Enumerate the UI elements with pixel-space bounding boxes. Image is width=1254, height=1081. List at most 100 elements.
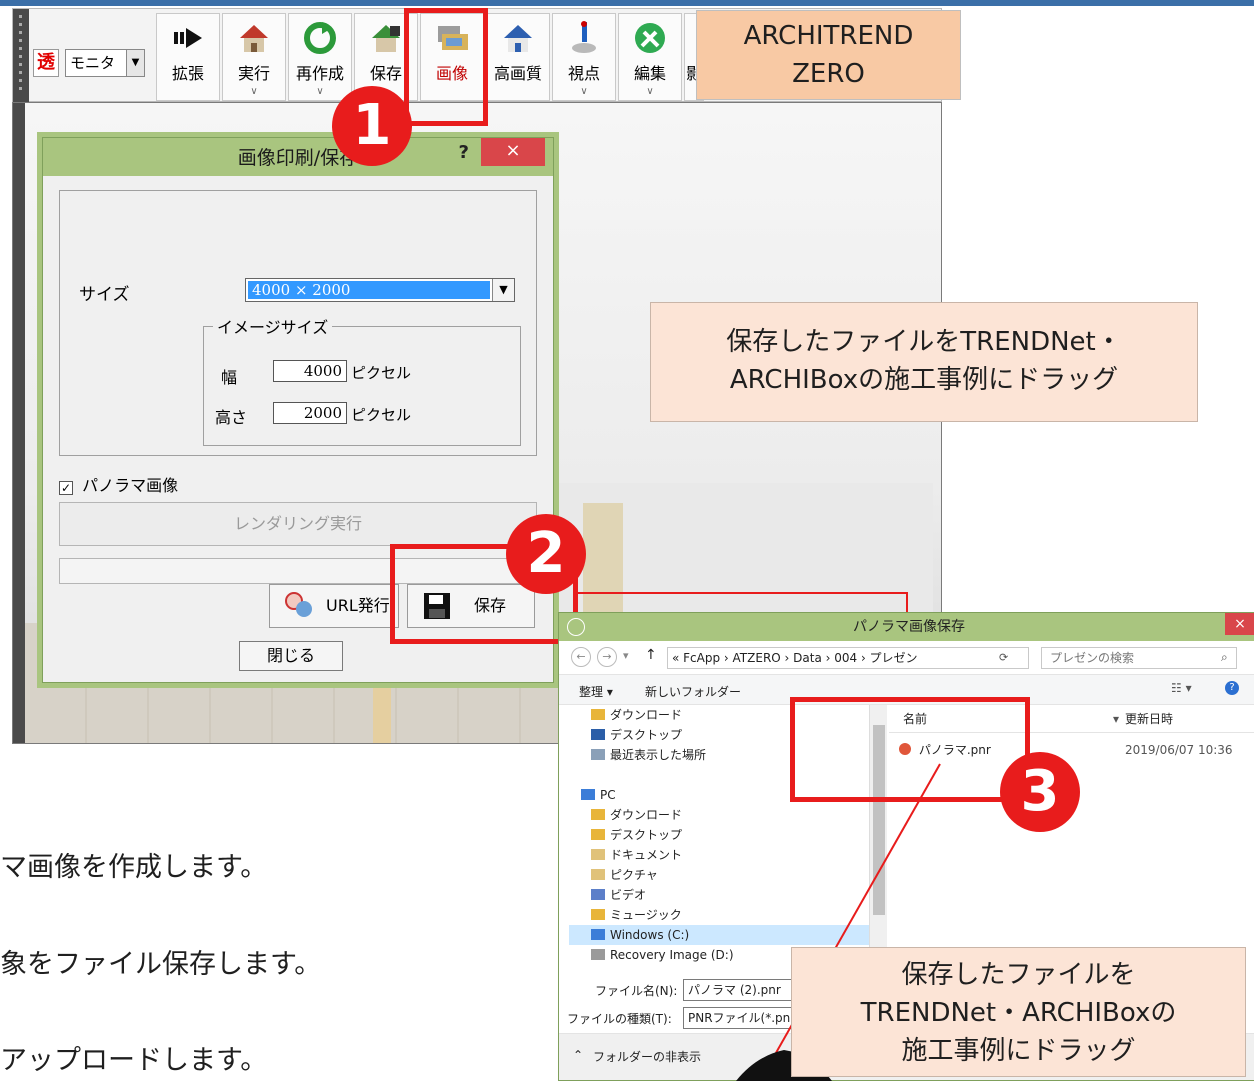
height-field[interactable]: 2000	[273, 402, 347, 424]
checkbox-check-icon: ✓	[59, 481, 73, 495]
connector-line	[578, 592, 908, 594]
url-issue-label: URL発行	[326, 596, 390, 615]
size-select[interactable]: 4000 × 2000 ▼	[245, 278, 515, 302]
help-icon[interactable]: ?	[1225, 681, 1239, 695]
close-icon[interactable]: ×	[481, 138, 545, 166]
drag-instruction-line1: 保存したファイルをTRENDNet・	[726, 327, 1122, 357]
drag-instruction-callout: 保存したファイルをTRENDNet・ ARCHIBoxの施工事例にドラッグ	[650, 302, 1198, 422]
viewpoint-button[interactable]: 視点 ∨	[552, 13, 616, 101]
product-name-line2: ZERO	[792, 59, 865, 89]
search-input[interactable]: プレゼンの検索	[1041, 647, 1237, 669]
drive-icon	[591, 929, 605, 940]
save-dialog-title: パノラマ画像保存	[559, 613, 1254, 641]
recreate-label: 再作成	[295, 64, 344, 83]
step-text-3: アップロードします。	[0, 1045, 268, 1076]
desktop-icon	[591, 729, 605, 740]
expand-button[interactable]: 拡張	[156, 13, 220, 101]
chevron-down-icon[interactable]: ∨	[619, 86, 681, 97]
step-badge-1: 1	[332, 86, 412, 166]
close-icon[interactable]: ×	[1225, 613, 1254, 635]
size-select-value: 4000 × 2000	[248, 281, 490, 299]
product-name-callout: ARCHITREND ZERO	[696, 10, 961, 100]
render-button[interactable]: レンダリング実行	[59, 502, 537, 546]
recreate-button[interactable]: 再作成 ∨	[288, 13, 352, 101]
filename-label: ファイル名(N):	[595, 984, 678, 998]
chevron-down-icon: ▼	[126, 50, 144, 76]
download-folder-icon	[591, 809, 605, 820]
chevron-down-icon: ▼	[492, 279, 514, 301]
hide-folders-button[interactable]: フォルダーの非表示	[593, 1048, 701, 1065]
chevron-down-icon[interactable]: ∨	[223, 86, 285, 97]
path-field[interactable]: « FcApp › ATZERO › Data › 004 › プレゼン	[667, 647, 1029, 669]
arrow-icon	[174, 28, 202, 48]
high-quality-button[interactable]: 高画質	[486, 13, 550, 101]
edit-label: 編集	[633, 64, 666, 83]
height-unit: ピクセル	[351, 406, 412, 424]
pictures-icon	[591, 869, 605, 880]
nav-item-label: PC	[600, 788, 616, 802]
refresh-icon	[304, 22, 336, 54]
view-options-icon[interactable]: ☷ ▾	[1171, 681, 1192, 695]
step-text-2: 象をファイル保存します。	[0, 949, 322, 980]
chevron-down-icon[interactable]: ∨	[289, 86, 351, 97]
drag-instruction-2-line3: 施工事例にドラッグ	[901, 1036, 1136, 1066]
highlight-image-button	[404, 8, 488, 126]
new-folder-button[interactable]: 新しいフォルダー	[645, 683, 741, 700]
edit-button[interactable]: 編集 ∨	[618, 13, 682, 101]
nav-item-label: デスクトップ	[610, 828, 683, 842]
refresh-icon	[567, 618, 585, 636]
toolbar-grip[interactable]	[13, 9, 29, 103]
pc-icon	[581, 789, 595, 800]
back-icon[interactable]: ←	[571, 647, 591, 667]
panorama-checkbox[interactable]: ✓ パノラマ画像	[59, 472, 178, 496]
product-name-line1: ARCHITREND	[743, 21, 914, 51]
width-field[interactable]: 4000	[273, 360, 347, 382]
recent-icon	[591, 749, 605, 760]
expand-label: 拡張	[171, 64, 204, 83]
page: 透 モニタ ▼ 拡張 実行 ∨ 再作成 ∨ 保存 画像 高画質 視点 ∨ 編集 …	[0, 0, 1254, 1081]
monitor-select[interactable]: モニタ ▼	[65, 49, 145, 77]
drag-instruction-2-line1: 保存したファイルを	[901, 960, 1136, 990]
nav-item-label: ダウンロード	[610, 808, 683, 822]
image-size-group-title: イメージサイズ	[213, 314, 333, 338]
collapse-icon[interactable]: ⌃	[573, 1048, 583, 1062]
transparent-toggle[interactable]: 透	[33, 49, 59, 77]
documents-icon	[591, 849, 605, 860]
nav-item-label: 最近表示した場所	[610, 748, 707, 762]
width-unit: ピクセル	[351, 364, 412, 382]
dialog-title: 画像印刷/保存	[43, 138, 553, 176]
save-dialog-title-text: パノラマ画像保存	[853, 619, 965, 635]
size-label: サイズ	[79, 285, 130, 305]
sort-icon: ▾	[1113, 712, 1120, 726]
file-date: 2019/06/07 10:36	[1125, 743, 1233, 757]
help-icon[interactable]: ?	[459, 142, 469, 163]
close-button[interactable]: 閉じる	[239, 641, 343, 671]
nav-item-label: ドキュメント	[610, 848, 683, 862]
viewport-left-bar	[13, 103, 25, 743]
forward-icon[interactable]: →	[597, 647, 617, 667]
up-arrow-icon[interactable]: ↑	[645, 647, 657, 663]
tools-icon	[635, 23, 665, 53]
nav-item-label: Recovery Image (D:)	[610, 948, 734, 962]
image-size-group	[203, 326, 521, 446]
desktop-folder-icon	[591, 829, 605, 840]
chevron-down-icon[interactable]: ∨	[553, 86, 615, 97]
step-text-1: マ画像を作成します。	[0, 852, 268, 883]
column-header-date[interactable]: 更新日時	[1125, 705, 1173, 733]
step-badge-2: 2	[506, 514, 586, 594]
drive-icon	[591, 949, 605, 960]
refresh-icon[interactable]: ⟳	[999, 651, 1008, 664]
videos-icon	[591, 889, 605, 900]
nav-item-label: ピクチャ	[610, 868, 658, 882]
chevron-down-icon[interactable]: ▾	[623, 649, 629, 662]
nav-item-label: ビデオ	[610, 888, 647, 902]
monitor-select-value: モニタ	[70, 54, 116, 72]
execute-label: 実行	[237, 64, 270, 83]
organize-button[interactable]: 整理 ▾	[579, 683, 613, 700]
house-save-icon	[372, 25, 400, 52]
height-label: 高さ	[215, 408, 248, 427]
execute-button[interactable]: 実行 ∨	[222, 13, 286, 101]
search-icon: ⌕	[1221, 650, 1228, 664]
filetype-label: ファイルの種類(T):	[567, 1012, 672, 1026]
url-issue-button[interactable]: URL発行	[269, 584, 399, 628]
